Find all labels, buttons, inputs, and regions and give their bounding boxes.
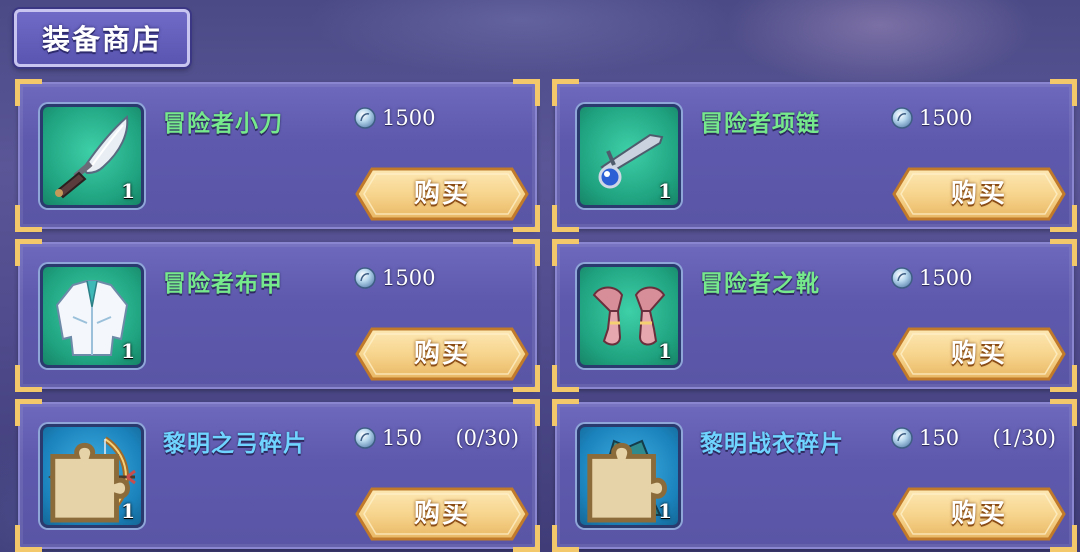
shop-item-card: 1 黎明战衣碎片 150 (1/30) 购买 [552,399,1077,552]
price-value: 1500 [382,106,436,130]
buy-button[interactable]: 购买 [891,166,1067,222]
frame-corner [1050,79,1077,106]
buy-button-label: 购买 [413,499,470,529]
item-price: 1500 [354,266,435,290]
shop-title-tab: 装备商店 [14,9,190,67]
buy-button[interactable]: 购买 [354,166,530,222]
item-price: 1500 [354,106,435,130]
buy-button-label: 购买 [950,179,1007,209]
frame-corner [15,205,42,232]
item-price: 1500 [891,106,972,130]
shop-item-card: 1 冒险者之靴 1500 购买 [552,239,1077,392]
frame-corner [15,365,42,392]
buy-button[interactable]: 购买 [354,326,530,382]
buy-button[interactable]: 购买 [891,486,1067,542]
gem-currency-icon [891,267,913,289]
buy-button-label: 购买 [950,339,1007,369]
gem-currency-icon [891,107,913,129]
fragment-progress: (0/30) [455,426,519,450]
price-value: 1500 [919,106,973,130]
price-value: 1500 [919,266,973,290]
price-value: 150 [382,426,423,450]
frame-corner [513,399,540,426]
item-quantity: 1 [121,179,135,203]
frame-corner [15,79,42,106]
gem-currency-icon [354,107,376,129]
shop-item-card: 1 冒险者小刀 1500 购买 [15,79,540,232]
frame-corner [15,239,42,266]
gem-currency-icon [354,267,376,289]
buy-button[interactable]: 购买 [891,326,1067,382]
item-quantity: 1 [658,339,672,363]
item-quantity: 1 [658,499,672,523]
price-value: 150 [919,426,960,450]
item-name: 黎明之弓碎片 [163,430,307,457]
item-name: 冒险者项链 [700,110,820,137]
frame-corner [15,399,42,426]
buy-button-label: 购买 [413,339,470,369]
item-price: 1500 [891,266,972,290]
item-name: 冒险者布甲 [163,270,283,297]
gem-currency-icon [354,427,376,449]
frame-corner [552,365,579,392]
item-quantity: 1 [658,179,672,203]
gem-currency-icon [891,427,913,449]
buy-button[interactable]: 购买 [354,486,530,542]
frame-corner [552,205,579,232]
frame-corner [1050,239,1077,266]
frame-corner [15,525,42,552]
shop-item-card: 1 黎明之弓碎片 150 (0/30) 购买 [15,399,540,552]
item-quantity: 1 [121,339,135,363]
item-slot[interactable]: 1 [577,104,681,208]
price-value: 1500 [382,266,436,290]
item-slot[interactable]: 1 [577,264,681,368]
item-name: 冒险者小刀 [163,110,283,137]
item-slot[interactable]: 1 [577,424,681,528]
item-quantity: 1 [121,499,135,523]
fragment-progress: (1/30) [992,426,1056,450]
frame-corner [552,525,579,552]
item-slot[interactable]: 1 [40,104,144,208]
shop-item-card: 1 冒险者项链 1500 购买 [552,79,1077,232]
item-name: 冒险者之靴 [700,270,820,297]
shop-item-card: 1 冒险者布甲 1500 购买 [15,239,540,392]
frame-corner [552,399,579,426]
frame-corner [513,239,540,266]
item-price: 150 [354,426,422,450]
buy-button-label: 购买 [413,179,470,209]
buy-button-label: 购买 [950,499,1007,529]
frame-corner [552,239,579,266]
item-name: 黎明战衣碎片 [700,430,844,457]
page-title: 装备商店 [41,23,162,56]
frame-corner [1050,399,1077,426]
frame-corner [552,79,579,106]
item-slot[interactable]: 1 [40,264,144,368]
item-slot[interactable]: 1 [40,424,144,528]
item-price: 150 [891,426,959,450]
frame-corner [513,79,540,106]
